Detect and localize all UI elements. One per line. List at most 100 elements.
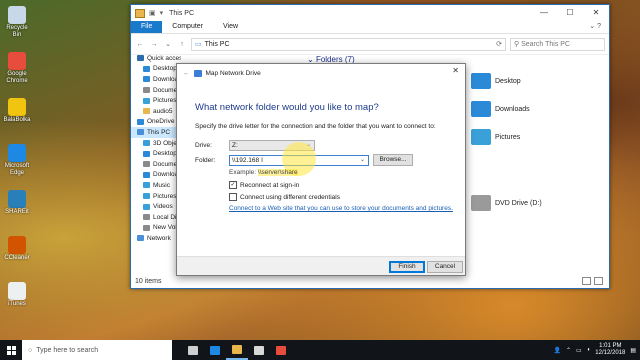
volume-icon[interactable]: ◖	[587, 347, 591, 353]
nav-item-label: Quick access	[147, 54, 181, 62]
search-icon: ⚲	[514, 41, 520, 48]
desktop-icon-itunes[interactable]: iTunes	[2, 282, 32, 308]
desktop-icon-recycle-bin[interactable]: Recycle Bin	[2, 6, 32, 39]
back-button[interactable]: ←	[135, 41, 145, 48]
search-placeholder: Search This PC	[521, 40, 570, 48]
google-chrome-icon	[8, 52, 26, 70]
nav-item-onedrive[interactable]: OneDrive	[131, 117, 181, 128]
nav-item-documents[interactable]: Documents	[131, 159, 181, 170]
nav-item-documents[interactable]: Documents	[131, 85, 181, 96]
address-path: This PC	[204, 40, 230, 48]
folder-item-desktop[interactable]: Desktop	[471, 73, 591, 89]
dialog-footer: Finish Cancel	[177, 256, 465, 275]
up-button[interactable]: ↑	[177, 41, 187, 48]
documents-icon	[143, 87, 150, 94]
nav-item-3d-objects[interactable]: 3D Objects	[131, 138, 181, 149]
tab-computer[interactable]: Computer	[162, 21, 213, 33]
different-credentials-checkbox[interactable]: Connect using different credentials	[229, 193, 340, 201]
minimize-button[interactable]: —	[531, 5, 557, 21]
maximize-button[interactable]: ☐	[557, 5, 583, 21]
dialog-heading: What network folder would you like to ma…	[195, 102, 379, 113]
onedrive-icon	[137, 118, 144, 125]
nav-item-network[interactable]: Network	[131, 233, 181, 244]
nav-item-music[interactable]: Music	[131, 180, 181, 191]
save-icon[interactable]: ▣	[149, 9, 156, 17]
drive-select[interactable]: Z: ⌄	[229, 140, 315, 151]
desktop-icon-ccleaner[interactable]: CCleaner	[2, 236, 32, 262]
taskbar-task-view-button[interactable]	[182, 340, 204, 360]
taskbar-chrome-button[interactable]	[270, 340, 292, 360]
search-icon: ○	[28, 346, 33, 354]
large-icons-view-icon[interactable]	[594, 277, 603, 285]
chevron-down-icon[interactable]: ▾	[160, 9, 164, 17]
expand-ribbon-icon[interactable]: ⌄ ?	[581, 21, 609, 33]
cancel-button[interactable]: Cancel	[427, 261, 463, 273]
notifications-icon[interactable]: ▤	[630, 347, 636, 354]
folder-item-dvd-drive-d[interactable]: DVD Drive (D:)	[471, 195, 591, 211]
itunes-icon	[8, 282, 26, 300]
chrome-icon	[276, 345, 286, 355]
nav-item-pictures[interactable]: Pictures	[131, 191, 181, 202]
tab-file[interactable]: File	[131, 21, 163, 33]
reconnect-checkbox[interactable]: ✓ Reconnect at sign-in	[229, 181, 299, 189]
downloads-icon	[143, 76, 150, 83]
drive-label: Drive:	[195, 142, 212, 149]
back-arrow-icon[interactable]: ←	[183, 70, 190, 77]
nav-item-desktop[interactable]: Desktop	[131, 148, 181, 159]
details-view-icon[interactable]	[582, 277, 591, 285]
nav-item-downloads[interactable]: Downloads	[131, 170, 181, 181]
people-icon[interactable]: 👤	[553, 347, 560, 354]
taskbar-edge-button[interactable]	[204, 340, 226, 360]
desktop-icon-google-chrome[interactable]: Google Chrome	[2, 52, 32, 85]
taskbar-store-button[interactable]	[248, 340, 270, 360]
downloads-icon	[143, 171, 150, 178]
nav-item-downloads[interactable]: Downloads	[131, 74, 181, 85]
address-bar[interactable]: ▭ This PC ⟳	[191, 37, 506, 51]
network-icon[interactable]: ▭	[576, 347, 582, 354]
file-explorer-icon	[232, 344, 242, 354]
desktop-icon-microsoft-edge[interactable]: Microsoft Edge	[2, 144, 32, 177]
finish-button[interactable]: Finish	[389, 261, 425, 273]
navigation-pane: Quick accessDesktopDownloadsDocumentsPic…	[131, 53, 181, 275]
nav-item-label: audio5	[153, 107, 173, 115]
refresh-icon[interactable]: ⟳	[496, 40, 505, 48]
desktop-icon-shareit[interactable]: SHAREit	[2, 190, 32, 216]
chevron-down-icon: ⌄	[359, 156, 365, 163]
nav-item-videos[interactable]: Videos	[131, 201, 181, 212]
explorer-titlebar: ▣ ▾ This PC — ☐ ✕	[131, 5, 609, 21]
example-prefix: Example:	[229, 169, 258, 176]
taskbar-file-explorer-button[interactable]	[226, 340, 248, 360]
dialog-instructions: Specify the drive letter for the connect…	[195, 123, 436, 130]
chevron-up-icon[interactable]: ⌃	[566, 347, 571, 354]
nav-item-new-volume[interactable]: New Volume	[131, 223, 181, 234]
nav-item-quick-access[interactable]: Quick access	[131, 53, 181, 64]
audio5-icon	[143, 108, 150, 115]
nav-item-label: This PC	[147, 128, 171, 136]
close-button[interactable]: ✕	[583, 5, 609, 21]
nav-item-local-disk[interactable]: Local Disk	[131, 212, 181, 223]
clock[interactable]: 1:01 PM 12/12/2018	[595, 343, 625, 357]
explorer-search-input[interactable]: ⚲ Search This PC	[510, 37, 605, 51]
nav-item-desktop[interactable]: Desktop	[131, 64, 181, 75]
nav-item-audio5[interactable]: audio5	[131, 106, 181, 117]
recent-chevron-icon[interactable]: ⌄	[163, 40, 173, 48]
desktop-icon-balabolka[interactable]: BalaBolka	[2, 98, 32, 124]
dialog-close-button[interactable]: ✕	[452, 66, 459, 75]
clock-time: 1:01 PM	[599, 343, 622, 349]
web-storage-link[interactable]: Connect to a Web site that you can use t…	[229, 205, 453, 212]
nav-item-this-pc[interactable]: This PC	[131, 127, 181, 138]
folder-item-downloads[interactable]: Downloads	[471, 101, 591, 117]
computer-icon: ▭	[195, 41, 202, 48]
tab-view[interactable]: View	[213, 21, 248, 33]
forward-button[interactable]: →	[149, 41, 159, 48]
network-drive-icon	[193, 69, 202, 77]
windows-logo-icon	[6, 345, 16, 355]
store-icon	[254, 345, 264, 355]
folder-item-pictures[interactable]: Pictures	[471, 129, 591, 145]
taskbar-search-box[interactable]: ○ Type here to search	[22, 340, 172, 360]
start-button[interactable]	[0, 340, 22, 360]
nav-item-pictures[interactable]: Pictures	[131, 95, 181, 106]
desktop-icon	[143, 150, 150, 157]
folder-input[interactable]: \\192.168 I ⌄	[229, 141, 369, 176]
browse-button[interactable]: Browse...	[373, 154, 413, 166]
